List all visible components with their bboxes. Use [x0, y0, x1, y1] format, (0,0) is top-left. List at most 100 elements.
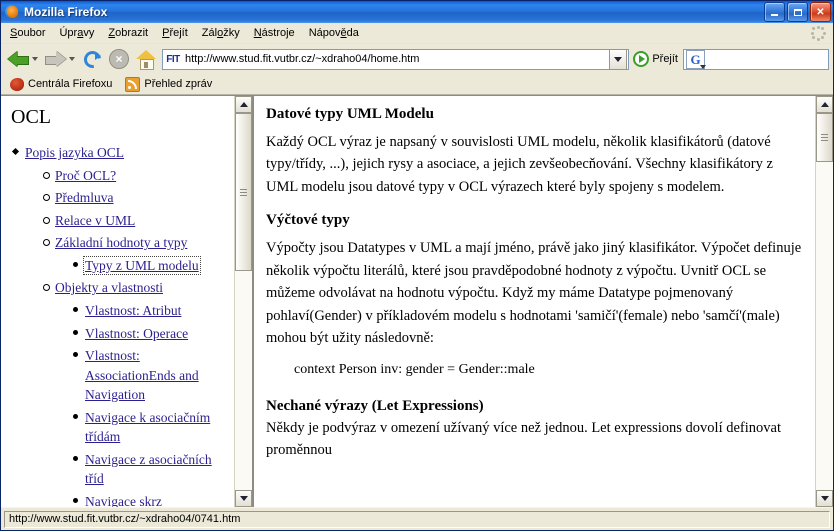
maximize-button[interactable]	[787, 2, 808, 22]
menu-item-upravy[interactable]: Úpravy	[52, 25, 101, 41]
scroll-thumb[interactable]	[816, 113, 833, 162]
navigation-toolbar: × FIT http://www.stud.fit.vutbr.cz/~xdra…	[1, 44, 833, 74]
forward-arrow-icon	[44, 50, 66, 68]
scroll-down-button[interactable]	[235, 490, 252, 507]
document-frame-body: Datové typy UML Modelu Každý OCL výraz j…	[254, 96, 815, 507]
bookmark-label: Centrála Firefoxu	[28, 78, 113, 90]
scroll-up-button[interactable]	[235, 96, 252, 113]
back-dropdown-icon[interactable]	[32, 57, 38, 61]
nav-list-item: Navigace skrz kvalifikované asociace	[71, 492, 226, 507]
back-arrow-icon	[7, 50, 29, 68]
forward-dropdown-icon[interactable]	[69, 57, 75, 61]
bullet-solid-icon	[73, 413, 78, 419]
doc-paragraph-2: Výpočty jsou Datatypes v UML a mají jmén…	[266, 240, 802, 347]
bullet-hollow-icon	[43, 216, 50, 224]
nav-list: Popis jazyka OCL Proč OCL? Předmluva Relace…	[11, 143, 226, 507]
throbber-icon	[808, 24, 828, 42]
status-text: http://www.stud.fit.vutbr.cz/~xdraho04/0…	[4, 510, 830, 528]
navigation-frame-body: OCL Popis jazyka OCL Proč OCL? Předmluva Re…	[1, 96, 234, 507]
menu-item-zobrazit[interactable]: Zobrazit	[101, 25, 155, 41]
menu-bar: SSouboroubor Úpravy Zobrazit Přejít Zálo…	[1, 23, 833, 44]
menu-item-soubor[interactable]: SSouboroubor	[3, 25, 52, 41]
browser-window: Mozilla Firefox ✕ SSouboroubor Úpravy Zo…	[0, 0, 834, 531]
reload-button[interactable]	[79, 46, 105, 72]
title-bar: Mozilla Firefox ✕	[1, 1, 833, 23]
menu-item-napoveda[interactable]: Nápověda	[302, 25, 366, 41]
nav-list-item: Navigace z asociačních tříd	[71, 450, 226, 489]
nav-heading: OCL	[11, 106, 51, 128]
scroll-track[interactable]	[235, 113, 252, 490]
go-icon	[633, 51, 650, 67]
reload-icon	[80, 47, 104, 71]
doc-heading-1: Datové typy UML Modelu	[266, 106, 434, 122]
minimize-button[interactable]	[764, 2, 785, 22]
left-frame-scrollbar[interactable]	[234, 96, 252, 507]
home-icon	[136, 50, 156, 70]
back-button[interactable]	[5, 46, 31, 72]
menu-item-zalozky[interactable]: Záložky	[195, 25, 247, 41]
nav-sublist: Proč OCL? Předmluva Relace v UML Základní h…	[25, 166, 226, 507]
bullet-solid-icon	[73, 261, 78, 267]
nav-list-item: Popis jazyka OCL Proč OCL? Předmluva Relace…	[11, 143, 226, 507]
nav-list-item: Objekty a vlastnosti Vlastnost: Atribut Vl…	[41, 278, 226, 507]
scroll-thumb[interactable]	[235, 113, 252, 272]
menu-item-prejit[interactable]: Přejít	[155, 25, 195, 41]
rss-icon	[125, 76, 141, 92]
nav-link[interactable]: Objekty a vlastnosti	[55, 280, 163, 295]
scroll-track[interactable]	[816, 113, 833, 490]
nav-list-item: Základní hodnoty a typy Typy z UML modelu	[41, 233, 226, 275]
bookmark-label: Přehled zpráv	[144, 78, 213, 90]
search-bar[interactable]: G	[683, 48, 829, 70]
nav-link[interactable]: Navigace k asociačním třídám	[85, 410, 210, 445]
status-bar: http://www.stud.fit.vutbr.cz/~xdraho04/0…	[1, 507, 833, 530]
doc-paragraph-1: Každý OCL výraz je napsaný v souvislosti…	[266, 134, 773, 195]
firefox-icon	[4, 4, 20, 20]
nav-link[interactable]: Vlastnost: Atribut	[85, 303, 181, 318]
site-favicon-icon: FIT	[166, 53, 180, 65]
bookmarks-toolbar: Centrála Firefoxu Přehled zpráv	[1, 74, 833, 95]
nav-sublist: Vlastnost: Atribut Vlastnost: Operace Vlas…	[55, 301, 226, 507]
menu-item-nastroje[interactable]: Nástroje	[247, 25, 302, 41]
window-title: Mozilla Firefox	[24, 5, 108, 19]
close-button[interactable]: ✕	[810, 2, 831, 22]
scroll-up-button[interactable]	[816, 96, 833, 113]
google-search-icon[interactable]: G	[686, 49, 706, 69]
nav-link[interactable]: Proč OCL?	[55, 168, 116, 183]
nav-link[interactable]: Předmluva	[55, 190, 114, 205]
nav-link[interactable]: Základní hodnoty a typy	[55, 235, 187, 250]
nav-link[interactable]: Navigace z asociačních tříd	[85, 452, 212, 487]
stop-icon: ×	[109, 49, 129, 69]
document-frame: Datové typy UML Modelu Každý OCL výraz j…	[254, 96, 833, 507]
nav-link[interactable]: Vlastnost: Operace	[85, 326, 188, 341]
right-frame-scrollbar[interactable]	[815, 96, 833, 507]
nav-list-item: Předmluva	[41, 188, 226, 208]
nav-link[interactable]: Typy z UML modelu	[83, 255, 201, 275]
firefox-bookmark-icon	[10, 77, 24, 91]
nav-link[interactable]: Vlastnost: AssociationEnds and Navigatio…	[85, 348, 199, 402]
window-controls: ✕	[764, 2, 831, 22]
bullet-solid-icon	[73, 455, 78, 461]
doc-code-block: context Person inv: gender = Gender::mal…	[294, 361, 535, 377]
scroll-down-button[interactable]	[816, 490, 833, 507]
nav-link[interactable]: Relace v UML	[55, 213, 135, 228]
url-dropdown-button[interactable]	[609, 48, 628, 70]
bullet-hollow-icon	[43, 171, 50, 179]
go-button[interactable]: Přejít	[632, 51, 682, 67]
bullet-solid-icon	[73, 329, 78, 335]
bookmark-news-overview[interactable]: Přehled zpráv	[120, 76, 217, 93]
nav-list-item: Navigace k asociačním třídám	[71, 408, 226, 447]
url-input[interactable]: http://www.stud.fit.vutbr.cz/~xdraho04/h…	[185, 53, 609, 65]
home-button[interactable]	[133, 46, 159, 72]
nav-list-item: Vlastnost: Atribut	[71, 301, 226, 321]
forward-button[interactable]	[42, 46, 68, 72]
go-label: Přejít	[652, 53, 678, 65]
url-bar[interactable]: FIT http://www.stud.fit.vutbr.cz/~xdraho…	[162, 48, 630, 70]
nav-list-item: Typy z UML modelu	[71, 255, 226, 276]
nav-link[interactable]: Navigace skrz kvalifikované asociace	[85, 494, 208, 507]
nav-link[interactable]: Popis jazyka OCL	[25, 145, 124, 160]
stop-button[interactable]: ×	[106, 46, 132, 72]
bullet-diamond-icon	[11, 147, 20, 156]
bullet-hollow-icon	[43, 194, 50, 202]
doc-heading-2: Výčtové typy	[266, 212, 350, 229]
bookmark-firefox-central[interactable]: Centrála Firefoxu	[5, 77, 117, 92]
